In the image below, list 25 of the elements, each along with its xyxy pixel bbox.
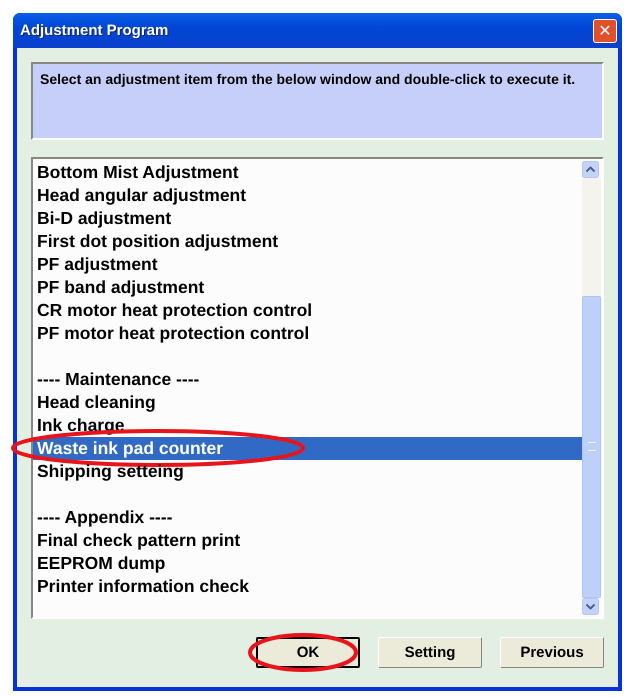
list-item[interactable]: Printer information check	[33, 575, 582, 598]
scrollbar[interactable]	[582, 159, 602, 617]
window-title: Adjustment Program	[20, 22, 168, 39]
scroll-up-icon[interactable]	[582, 161, 599, 178]
list-item[interactable]: Bottom Mist Adjustment	[33, 161, 582, 184]
scroll-down-icon[interactable]	[582, 598, 599, 615]
list-item[interactable]: PF band adjustment	[33, 276, 582, 299]
list-item[interactable]: Head cleaning	[33, 391, 582, 414]
list-item[interactable]: EEPROM dump	[33, 552, 582, 575]
list-item[interactable]: PF motor heat protection control	[33, 322, 582, 345]
dialog-button[interactable]: Previous	[500, 637, 604, 668]
list-item[interactable]: Bi-D adjustment	[33, 207, 582, 230]
list-item[interactable]: ---- Appendix ----	[33, 506, 582, 529]
list-item[interactable]: Final check pattern print	[33, 529, 582, 552]
list-item[interactable]: PF adjustment	[33, 253, 582, 276]
list-item[interactable]: First dot position adjustment	[33, 230, 582, 253]
dialog-button[interactable]: Setting	[378, 637, 482, 668]
scroll-thumb[interactable]	[582, 296, 601, 598]
list-item[interactable]: Waste ink pad counter	[33, 437, 582, 460]
list-item[interactable]: CR motor heat protection control	[33, 299, 582, 322]
list-item[interactable]: ---- Maintenance ----	[33, 368, 582, 391]
list-item[interactable]: Shipping setteing	[33, 460, 582, 483]
instruction-text: Select an adjustment item from the below window and double-click to execute it.	[40, 70, 576, 89]
list-item[interactable]: Head angular adjustment	[33, 184, 582, 207]
close-button[interactable]: ✕	[593, 18, 617, 42]
